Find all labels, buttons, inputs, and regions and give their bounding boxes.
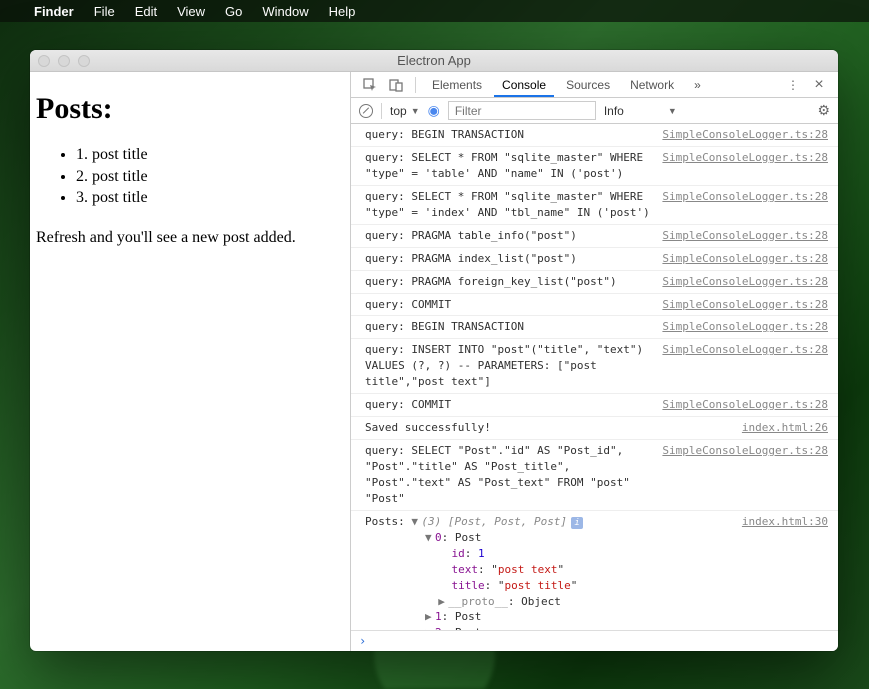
devtools-tabbar: Elements Console Sources Network » ⋮ × bbox=[351, 72, 838, 98]
menubar-item-file[interactable]: File bbox=[94, 4, 115, 19]
console-row[interactable]: query: INSERT INTO "post"("title", "text… bbox=[351, 338, 838, 393]
console-source-link[interactable]: index.html:26 bbox=[742, 420, 828, 436]
zoom-window-icon[interactable] bbox=[78, 55, 90, 67]
list-item: 2. post title bbox=[76, 166, 344, 188]
console-filter-input[interactable] bbox=[448, 101, 596, 120]
list-item: 3. post title bbox=[76, 187, 344, 209]
chevron-down-icon: ▼ bbox=[411, 106, 420, 116]
console-message: query: BEGIN TRANSACTION bbox=[365, 319, 654, 335]
console-source-link[interactable]: SimpleConsoleLogger.ts:28 bbox=[662, 443, 828, 459]
menubar-item-edit[interactable]: Edit bbox=[135, 4, 157, 19]
console-message: query: COMMIT bbox=[365, 297, 654, 313]
menubar-item-go[interactable]: Go bbox=[225, 4, 242, 19]
close-window-icon[interactable] bbox=[38, 55, 50, 67]
devtools-panel: Elements Console Sources Network » ⋮ × t… bbox=[350, 72, 838, 651]
console-row[interactable]: query: SELECT * FROM "sqlite_master" WHE… bbox=[351, 185, 838, 224]
console-source-link[interactable]: SimpleConsoleLogger.ts:28 bbox=[662, 297, 828, 313]
devtools-close-icon[interactable]: × bbox=[808, 74, 830, 96]
menubar-item-window[interactable]: Window bbox=[262, 4, 308, 19]
console-toolbar: top ▼ ◉ Info ▼ ⚙ bbox=[351, 98, 838, 124]
tab-sources[interactable]: Sources bbox=[558, 73, 618, 97]
tab-elements[interactable]: Elements bbox=[424, 73, 490, 97]
menubar-item-help[interactable]: Help bbox=[329, 4, 356, 19]
hint-text: Refresh and you'll see a new post added. bbox=[36, 229, 344, 247]
console-output[interactable]: query: BEGIN TRANSACTION SimpleConsoleLog… bbox=[351, 124, 838, 630]
menubar-app-name[interactable]: Finder bbox=[34, 4, 74, 19]
log-level-selector[interactable]: Info ▼ bbox=[604, 104, 677, 118]
console-row[interactable]: query: SELECT "Post"."id" AS "Post_id", … bbox=[351, 439, 838, 510]
minimize-window-icon[interactable] bbox=[58, 55, 70, 67]
list-item: 1. post title bbox=[76, 144, 344, 166]
console-message: query: PRAGMA foreign_key_list("post") bbox=[365, 274, 654, 290]
page-content: Posts: 1. post title 2. post title 3. po… bbox=[30, 72, 350, 651]
console-source-link[interactable]: SimpleConsoleLogger.ts:28 bbox=[662, 127, 828, 143]
console-message: query: INSERT INTO "post"("title", "text… bbox=[365, 342, 654, 390]
console-source-link[interactable]: SimpleConsoleLogger.ts:28 bbox=[662, 397, 828, 413]
console-prompt[interactable]: › bbox=[351, 630, 838, 651]
inspect-element-icon[interactable] bbox=[359, 74, 381, 96]
titlebar[interactable]: Electron App bbox=[30, 50, 838, 72]
posts-list: 1. post title 2. post title 3. post titl… bbox=[36, 144, 344, 209]
console-message: query: PRAGMA table_info("post") bbox=[365, 228, 654, 244]
context-selector[interactable]: top ▼ bbox=[390, 104, 420, 118]
console-source-link[interactable]: SimpleConsoleLogger.ts:28 bbox=[662, 228, 828, 244]
chevron-down-icon: ▼ bbox=[668, 106, 677, 116]
console-message: Saved successfully! bbox=[365, 420, 734, 436]
tab-console[interactable]: Console bbox=[494, 73, 554, 97]
show-console-sidebar-icon[interactable]: ◉ bbox=[428, 102, 440, 119]
console-source-link[interactable]: SimpleConsoleLogger.ts:28 bbox=[662, 274, 828, 290]
traffic-lights bbox=[38, 55, 90, 67]
page-heading: Posts: bbox=[36, 92, 344, 126]
console-row[interactable]: query: COMMIT SimpleConsoleLogger.ts:28 bbox=[351, 393, 838, 416]
clear-console-icon[interactable] bbox=[359, 104, 373, 118]
console-row[interactable]: query: BEGIN TRANSACTION SimpleConsoleLog… bbox=[351, 315, 838, 338]
context-label: top bbox=[390, 104, 407, 118]
console-row[interactable]: query: COMMIT SimpleConsoleLogger.ts:28 bbox=[351, 293, 838, 316]
menubar-item-view[interactable]: View bbox=[177, 4, 205, 19]
devtools-menu-icon[interactable]: ⋮ bbox=[782, 74, 804, 96]
console-source-link[interactable]: SimpleConsoleLogger.ts:28 bbox=[662, 189, 828, 205]
console-row[interactable]: query: PRAGMA foreign_key_list("post") Si… bbox=[351, 270, 838, 293]
console-message: query: BEGIN TRANSACTION bbox=[365, 127, 654, 143]
console-row[interactable]: query: BEGIN TRANSACTION SimpleConsoleLog… bbox=[351, 124, 838, 146]
console-row[interactable]: query: PRAGMA table_info("post") SimpleCo… bbox=[351, 224, 838, 247]
info-icon: i bbox=[571, 517, 583, 529]
console-row[interactable]: query: PRAGMA index_list("post") SimpleCo… bbox=[351, 247, 838, 270]
macos-menubar: Finder File Edit View Go Window Help bbox=[0, 0, 869, 22]
console-settings-icon[interactable]: ⚙ bbox=[817, 102, 830, 119]
console-message: query: SELECT * FROM "sqlite_master" WHE… bbox=[365, 150, 654, 182]
console-message: query: PRAGMA index_list("post") bbox=[365, 251, 654, 267]
console-row-object[interactable]: Posts: ▼(3) [Post, Post, Post]i▼0: Post … bbox=[351, 510, 838, 630]
console-source-link[interactable]: SimpleConsoleLogger.ts:28 bbox=[662, 150, 828, 166]
console-source-link[interactable]: SimpleConsoleLogger.ts:28 bbox=[662, 342, 828, 358]
device-toolbar-icon[interactable] bbox=[385, 74, 407, 96]
console-source-link[interactable]: index.html:30 bbox=[742, 514, 828, 530]
console-row[interactable]: query: SELECT * FROM "sqlite_master" WHE… bbox=[351, 146, 838, 185]
console-row[interactable]: Saved successfully! index.html:26 bbox=[351, 416, 838, 439]
window-title: Electron App bbox=[30, 53, 838, 68]
tab-network[interactable]: Network bbox=[622, 73, 682, 97]
app-window: Electron App Posts: 1. post title 2. pos… bbox=[30, 50, 838, 651]
log-level-label: Info bbox=[604, 104, 624, 118]
console-message: query: COMMIT bbox=[365, 397, 654, 413]
tabs-overflow-icon[interactable]: » bbox=[686, 73, 709, 97]
console-source-link[interactable]: SimpleConsoleLogger.ts:28 bbox=[662, 251, 828, 267]
console-message: query: SELECT "Post"."id" AS "Post_id", … bbox=[365, 443, 654, 507]
console-message: query: SELECT * FROM "sqlite_master" WHE… bbox=[365, 189, 654, 221]
console-source-link[interactable]: SimpleConsoleLogger.ts:28 bbox=[662, 319, 828, 335]
